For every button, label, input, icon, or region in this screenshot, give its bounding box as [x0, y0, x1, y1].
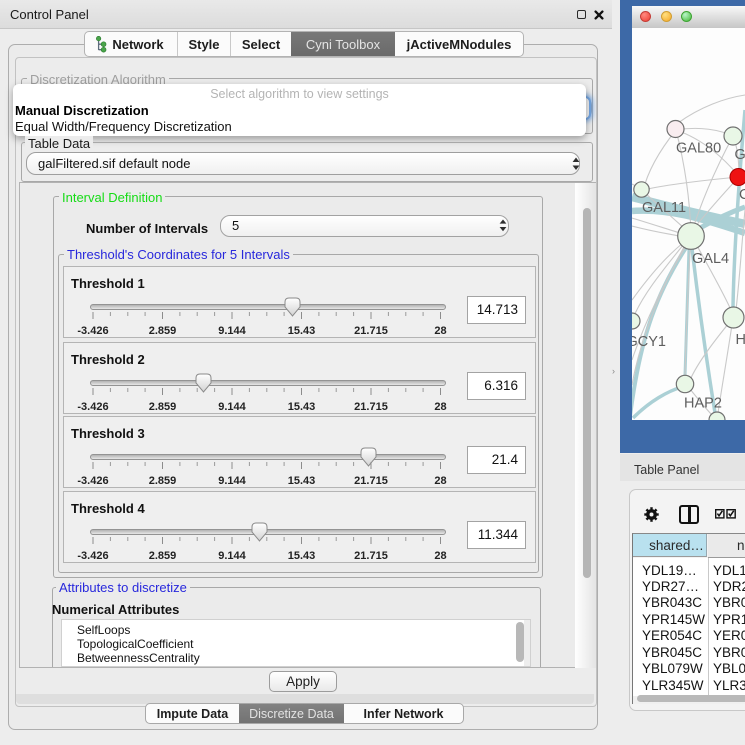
- svg-text:HAP2: HAP2: [684, 396, 722, 412]
- svg-text:GCY1: GCY1: [632, 334, 666, 350]
- svg-text:GAL2: GAL2: [735, 147, 745, 163]
- svg-text:GAL11: GAL11: [642, 200, 686, 216]
- svg-text:GAL80: GAL80: [676, 141, 721, 157]
- svg-text:HA: HA: [736, 332, 745, 348]
- svg-text:GAL4: GAL4: [692, 251, 729, 267]
- svg-text:CD: CD: [739, 187, 745, 203]
